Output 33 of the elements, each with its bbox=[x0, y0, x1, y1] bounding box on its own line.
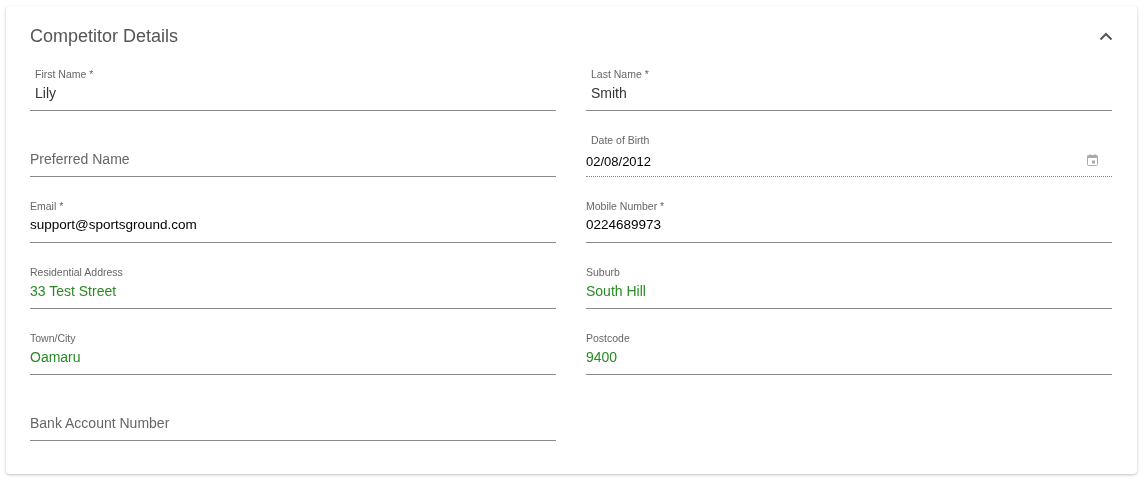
field-value: South Hill bbox=[586, 283, 646, 299]
field-label: Email * bbox=[30, 200, 64, 212]
text-field[interactable]: Last Name * Smith bbox=[586, 66, 1112, 111]
field-value: 0224689973 bbox=[586, 217, 662, 232]
field-value: support@sportsground.com bbox=[30, 217, 197, 232]
field-label: Town/City bbox=[30, 332, 76, 344]
field-label: Postcode bbox=[586, 332, 630, 344]
field-label: Date of Birth bbox=[591, 134, 650, 146]
field-value: 33 Test Street bbox=[30, 283, 117, 299]
field-value: 9400 bbox=[586, 349, 618, 365]
field-label: Mobile Number * bbox=[586, 200, 665, 212]
text-field[interactable]: Town/City Oamaru bbox=[30, 330, 556, 375]
text-field[interactable]: Suburb South Hill bbox=[586, 264, 1112, 309]
field-label: Last Name * bbox=[591, 68, 649, 80]
panel-title: Competitor Details bbox=[30, 25, 179, 47]
text-field[interactable]: Preferred Name bbox=[30, 132, 556, 177]
text-field[interactable]: Email * support@sportsground.com bbox=[30, 198, 556, 243]
field-label: Residential Address bbox=[30, 266, 123, 278]
field-value: Oamaru bbox=[30, 349, 81, 365]
field-placeholder: Bank Account Number bbox=[30, 415, 170, 431]
chevron-icon bbox=[1099, 31, 1113, 41]
field-value: Lily bbox=[35, 85, 56, 101]
field-value: Smith bbox=[591, 85, 627, 101]
text-field[interactable]: Residential Address 33 Test Street bbox=[30, 264, 556, 309]
text-field[interactable]: First Name * Lily bbox=[30, 66, 556, 111]
date-field[interactable]: Date of Birth 02/08/2012 bbox=[586, 132, 1112, 177]
field-label: Suburb bbox=[586, 266, 620, 278]
field-label: First Name * bbox=[35, 68, 94, 80]
text-field[interactable]: Postcode 9400 bbox=[586, 330, 1112, 375]
text-field[interactable]: Mobile Number * 0224689973 bbox=[586, 198, 1112, 243]
text-field[interactable]: Bank Account Number bbox=[30, 396, 556, 441]
field-placeholder: Preferred Name bbox=[30, 151, 130, 167]
field-value: 02/08/2012 bbox=[586, 154, 652, 169]
